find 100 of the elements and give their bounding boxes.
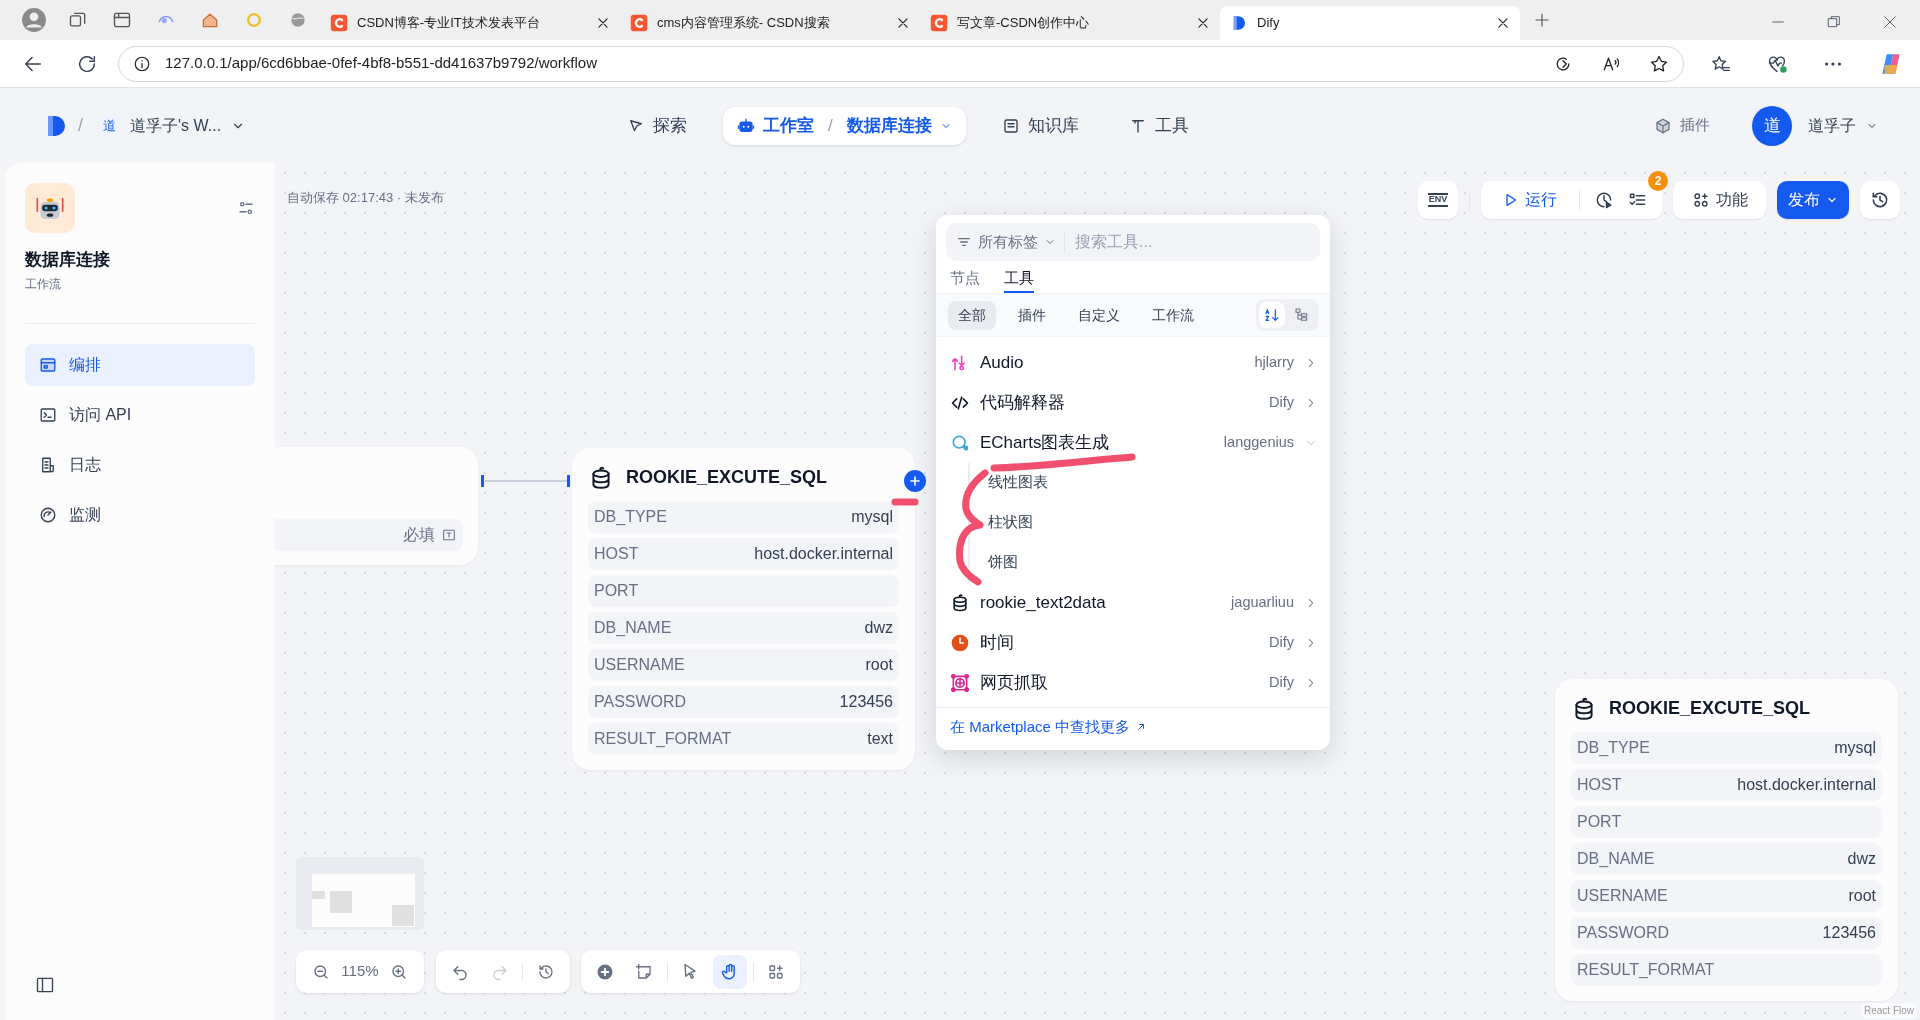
new-tab-icon[interactable] — [1533, 11, 1551, 29]
user-menu[interactable]: 道孚子 — [1802, 112, 1884, 139]
nav-tab[interactable]: 知识库 — [987, 106, 1093, 145]
profile-icon[interactable] — [21, 7, 47, 33]
browser-tab[interactable]: Dify — [1220, 6, 1520, 40]
breadcrumb-separator: / — [78, 114, 83, 137]
info-icon — [133, 54, 151, 73]
browser-tab[interactable]: 写文章-CSDN创作中心 — [920, 6, 1220, 40]
node-card[interactable]: ROOKIE_EXCUTE_SQL DB_TYPE mysql HOST host.docker.internal PORT DB_NAME dwz USERNAME root PASSWORD 123456 RESULT_FORMAT text — [572, 448, 915, 770]
features-button[interactable]: 功能 — [1673, 181, 1766, 219]
field-row: RESULT_FORMAT — [1571, 954, 1882, 986]
features-icon — [1691, 191, 1710, 209]
doc-icon — [39, 455, 57, 474]
history-icon — [537, 962, 556, 981]
field-row: HOST host.docker.internal — [1571, 769, 1882, 801]
category-tab[interactable]: 自定义 — [1068, 300, 1130, 330]
field-row: PASSWORD 123456 — [1571, 917, 1882, 949]
field-row: PORT — [588, 575, 899, 607]
search-icon — [950, 433, 970, 453]
nav-tab[interactable]: 探索 — [613, 106, 702, 145]
app-name: 数据库连接 — [25, 249, 111, 271]
search-field[interactable]: 搜索工具... — [1073, 229, 1310, 255]
autosave-status: 自动保存 02:17:43 · 未发布 — [287, 189, 444, 207]
avatar[interactable]: 道 — [1752, 105, 1792, 146]
field-row: DB_NAME dwz — [1571, 843, 1882, 875]
settings-icon[interactable] — [237, 199, 255, 217]
tool-action[interactable]: 柱状图 — [988, 503, 1039, 543]
sort-button[interactable] — [1259, 302, 1285, 328]
marketplace-link[interactable]: 在 Marketplace 中查找更多 — [950, 716, 1147, 739]
hand-mode-button[interactable] — [713, 954, 748, 989]
site-icon — [930, 14, 948, 32]
restore-icon[interactable] — [1826, 14, 1842, 30]
close-icon[interactable] — [596, 16, 610, 30]
history-run-icon[interactable] — [1594, 190, 1614, 210]
picker-tab[interactable]: 节点 — [950, 265, 980, 293]
sidebar-item[interactable]: 日志 — [25, 443, 255, 486]
url-text: 127.0.0.1/app/6cd6bbae-0fef-4bf8-b551-dd41637b9792/workflow — [165, 53, 598, 74]
node-handle[interactable] — [481, 475, 484, 487]
tool-item[interactable]: 代码解释器 Dify — [936, 383, 1330, 423]
database-icon — [950, 593, 970, 613]
text-field-icon — [441, 527, 457, 543]
node-handle[interactable] — [567, 475, 570, 487]
close-icon[interactable] — [896, 16, 910, 30]
node-card[interactable]: ROOKIE_EXCUTE_SQL DB_TYPE mysql HOST host.docker.internal PORT DB_NAME dwz USERNAME root PASSWORD 123456 RESULT_FORMAT — [1555, 679, 1898, 1001]
code-icon — [950, 393, 970, 413]
knowledge-icon — [1001, 116, 1020, 135]
tree-icon — [1294, 307, 1310, 323]
note-icon — [635, 962, 654, 981]
zoom-out-icon — [311, 962, 330, 981]
count-badge: 2 — [1648, 171, 1668, 191]
tool-item[interactable]: 网页抓取 Dify — [936, 663, 1330, 703]
category-tab[interactable]: 插件 — [1008, 300, 1056, 330]
sidebar-toggle-icon[interactable] — [35, 975, 55, 995]
sidebar-item[interactable]: 编排 — [25, 343, 255, 386]
field-row: USERNAME root — [1571, 880, 1882, 912]
tool-action[interactable]: 饼图 — [988, 543, 1024, 583]
tool-item[interactable]: 时间 Dify — [936, 623, 1330, 663]
site-icon — [330, 14, 348, 32]
field-row: HOST host.docker.internal — [588, 538, 899, 570]
app-type: 工作流 — [25, 275, 62, 293]
history-icon — [1870, 190, 1890, 210]
search-bar[interactable]: 所有标签 搜索工具... — [946, 223, 1320, 261]
nav-tab[interactable]: 工具 — [1114, 106, 1203, 145]
field-row: RESULT_FORMAT text — [588, 723, 899, 755]
field-row: DB_NAME dwz — [588, 612, 899, 644]
tool-item[interactable]: rookie_text2data jaguarliuu — [936, 583, 1330, 623]
clock-icon — [950, 633, 970, 653]
terminal-icon — [39, 405, 57, 424]
browser-tab[interactable]: CSDN博客-专业IT技术发表平台 — [320, 6, 620, 40]
env-button[interactable]: ENV — [1418, 181, 1458, 219]
category-tab[interactable]: 全部 — [948, 300, 996, 330]
sidebar-item[interactable]: 监测 — [25, 493, 255, 536]
field-row: PASSWORD 123456 — [588, 686, 899, 718]
browser-tab[interactable]: cms内容管理系统- CSDN搜索 — [620, 6, 920, 40]
play-icon — [1503, 192, 1519, 208]
tool-item[interactable]: Audio hjlarry — [936, 343, 1330, 383]
category-tab[interactable]: 工作流 — [1142, 300, 1204, 330]
field-row: PORT — [1571, 806, 1882, 838]
node-title: ROOKIE_EXCUTE_SQL — [1609, 697, 1811, 720]
sort-icon — [1264, 307, 1280, 323]
studio-icon — [737, 116, 756, 135]
plus-icon — [909, 475, 921, 487]
sidebar-item[interactable]: 访问 API — [25, 393, 255, 436]
zoom-level[interactable]: 115% — [341, 960, 379, 983]
star-icon[interactable] — [1649, 53, 1669, 74]
close-icon[interactable] — [1196, 16, 1210, 30]
add-node-button[interactable] — [904, 470, 926, 492]
plugins-button[interactable]: 插件 — [1648, 113, 1716, 138]
version-history-button[interactable] — [1860, 181, 1900, 219]
tool-item[interactable]: ECharts图表生成 langgenius — [936, 423, 1330, 463]
tag-filter[interactable]: 所有标签 — [956, 230, 1056, 254]
workspace-switcher[interactable]: 道 道孚子's W... — [93, 112, 252, 139]
close-icon[interactable] — [1496, 16, 1510, 30]
tool-action[interactable]: 线性图表 — [988, 463, 1054, 503]
cube-icon — [1654, 116, 1672, 135]
tab-list-icon[interactable] — [112, 10, 132, 30]
publish-button[interactable]: 发布 — [1777, 181, 1849, 219]
layout-icon — [39, 355, 57, 374]
site-icon — [630, 14, 648, 32]
nav-tab[interactable]: 工作室 / 数据库连接 — [723, 106, 966, 145]
